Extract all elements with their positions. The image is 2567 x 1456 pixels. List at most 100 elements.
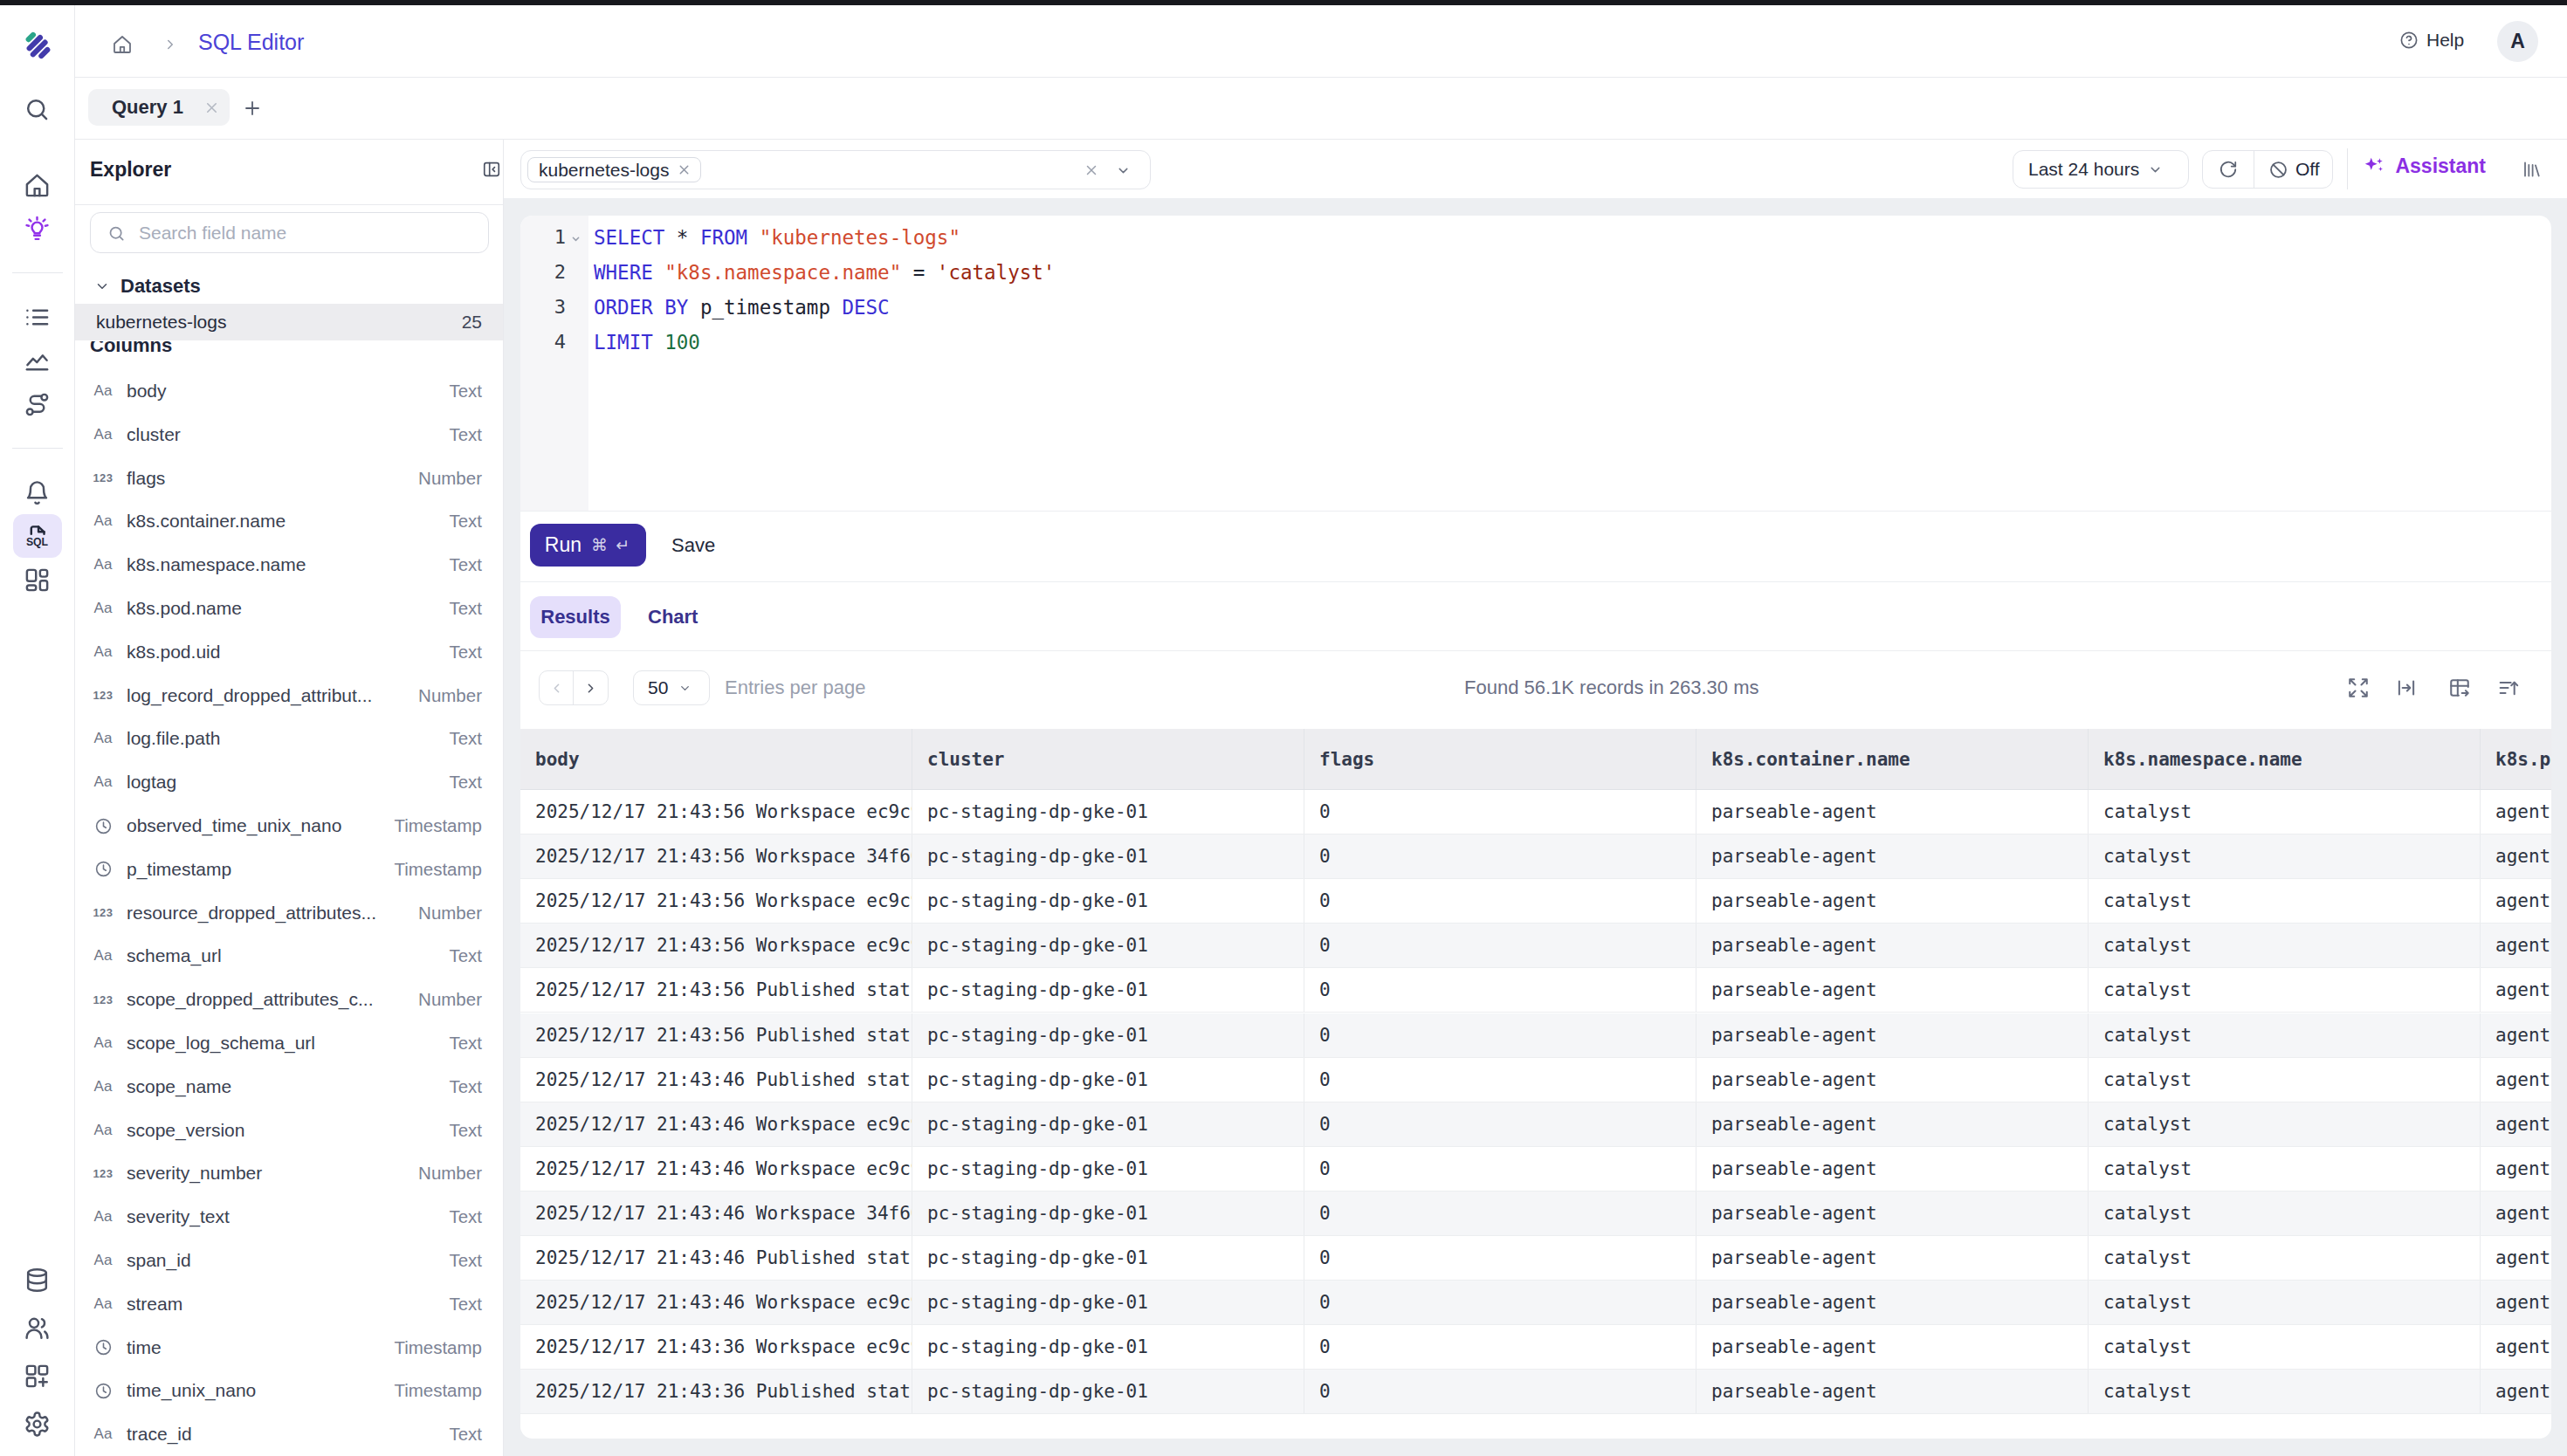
rail-item-users[interactable] bbox=[13, 1306, 62, 1350]
home-icon[interactable] bbox=[112, 34, 133, 55]
time-range-button[interactable]: Last 24 hours bbox=[2013, 150, 2189, 189]
rail-item-dashboard[interactable] bbox=[13, 558, 62, 601]
column-header-k8s.namespace.name[interactable]: k8s.namespace.name bbox=[2089, 729, 2481, 789]
table-row[interactable]: 2025/12/17 21:43:56 Workspace ec9c9pc-st… bbox=[520, 924, 2551, 968]
column-type: Text bbox=[449, 772, 482, 793]
column-item[interactable]: Aascope_versionText bbox=[75, 1109, 503, 1152]
dataset-item-kubernetes-logs[interactable]: kubernetes-logs 25 bbox=[75, 304, 503, 340]
refresh-icon[interactable] bbox=[2219, 160, 2238, 179]
column-header-k8s.container.name[interactable]: k8s.container.name bbox=[1696, 729, 2089, 789]
table-row[interactable]: 2025/12/17 21:43:46 Workspace 34f66pc-st… bbox=[520, 1192, 2551, 1236]
table-cell: pc-staging-dp-gke-01 bbox=[912, 1192, 1304, 1235]
table-cell: 2025/12/17 21:43:56 Workspace ec9c9 bbox=[520, 879, 912, 923]
collapse-panel-icon[interactable] bbox=[482, 160, 501, 179]
datasets-section-header[interactable]: Datasets bbox=[94, 275, 201, 298]
table-row[interactable]: 2025/12/17 21:43:56 Published statupc-st… bbox=[520, 968, 2551, 1013]
tab-query-1[interactable]: Query 1 bbox=[88, 89, 230, 126]
app-logo[interactable] bbox=[22, 30, 53, 61]
sql-editor[interactable]: 1234 SELECT * FROM "kubernetes-logs"WHER… bbox=[520, 216, 2551, 511]
column-header-k8s.po[interactable]: k8s.po bbox=[2481, 729, 2551, 789]
table-row[interactable]: 2025/12/17 21:43:46 Published statupc-st… bbox=[520, 1236, 2551, 1281]
table-row[interactable]: 2025/12/17 21:43:46 Workspace ec9c9pc-st… bbox=[520, 1281, 2551, 1325]
column-item[interactable]: Aaschema_urlText bbox=[75, 934, 503, 978]
help-icon bbox=[2399, 31, 2419, 50]
assistant-button[interactable]: Assistant bbox=[2363, 155, 2486, 178]
column-item[interactable]: 123severity_numberNumber bbox=[75, 1151, 503, 1195]
rail-item-database[interactable] bbox=[13, 1258, 62, 1301]
table-row[interactable]: 2025/12/17 21:43:56 Published statupc-st… bbox=[520, 1013, 2551, 1058]
page-size-select[interactable]: 50 bbox=[633, 670, 710, 705]
column-header-cluster[interactable]: cluster bbox=[912, 729, 1304, 789]
table-row[interactable]: 2025/12/17 21:43:36 Published statupc-st… bbox=[520, 1370, 2551, 1414]
add-tab-button[interactable] bbox=[242, 98, 263, 119]
next-page-icon[interactable] bbox=[574, 671, 608, 704]
column-header-flags[interactable]: flags bbox=[1304, 729, 1696, 789]
column-item[interactable]: Aak8s.namespace.nameText bbox=[75, 543, 503, 587]
table-row[interactable]: 2025/12/17 21:43:46 Workspace ec9c9pc-st… bbox=[520, 1102, 2551, 1147]
column-item[interactable]: Aaseverity_textText bbox=[75, 1195, 503, 1239]
column-item[interactable]: p_timestampTimestamp bbox=[75, 848, 503, 891]
table-row[interactable]: 2025/12/17 21:43:36 Workspace ec9c9pc-st… bbox=[520, 1325, 2551, 1370]
table-row[interactable]: 2025/12/17 21:43:56 Workspace ec9c9pc-st… bbox=[520, 879, 2551, 924]
rail-item-home[interactable] bbox=[13, 163, 62, 207]
column-name: k8s.pod.uid bbox=[127, 642, 220, 663]
table-row[interactable]: 2025/12/17 21:43:46 Workspace ec9c9pc-st… bbox=[520, 1147, 2551, 1192]
column-item[interactable]: 123scope_dropped_attributes_c...Number bbox=[75, 978, 503, 1021]
column-item[interactable]: AabodyText bbox=[75, 369, 503, 413]
table-row[interactable]: 2025/12/17 21:43:56 Workspace 34f66pc-st… bbox=[520, 834, 2551, 879]
table-cell: parseable-agent bbox=[1696, 834, 2089, 878]
tab-results[interactable]: Results bbox=[530, 596, 621, 638]
prev-page-icon[interactable] bbox=[540, 671, 574, 704]
column-item[interactable]: Aak8s.pod.uidText bbox=[75, 630, 503, 674]
save-button[interactable]: Save bbox=[671, 524, 715, 567]
column-item[interactable]: 123log_record_dropped_attribut...Number bbox=[75, 674, 503, 718]
field-search-input[interactable]: Search field name bbox=[90, 212, 489, 253]
column-item[interactable]: 123flagsNumber bbox=[75, 457, 503, 500]
rail-item-settings[interactable] bbox=[13, 1402, 62, 1446]
column-name: scope_log_schema_url bbox=[127, 1033, 315, 1054]
table-export-icon[interactable] bbox=[2448, 676, 2471, 699]
column-item[interactable]: Aatrace_idText bbox=[75, 1412, 503, 1456]
table-cell: parseable-agent bbox=[1696, 790, 2089, 834]
rail-item-chart[interactable] bbox=[13, 339, 62, 382]
expand-icon[interactable] bbox=[2347, 676, 2370, 699]
column-item[interactable]: AaclusterText bbox=[75, 413, 503, 457]
column-item[interactable]: 123resource_dropped_attributes...Number bbox=[75, 891, 503, 935]
column-header-body[interactable]: body bbox=[520, 729, 912, 789]
clear-selection-icon[interactable] bbox=[1084, 162, 1099, 178]
sort-columns-icon[interactable] bbox=[2497, 676, 2520, 699]
column-item[interactable]: Aascope_nameText bbox=[75, 1065, 503, 1109]
dataset-chip-remove-icon[interactable] bbox=[677, 162, 692, 177]
fold-chevron-icon[interactable] bbox=[569, 232, 582, 245]
rail-item-search[interactable] bbox=[13, 87, 62, 131]
column-item[interactable]: Aaspan_idText bbox=[75, 1239, 503, 1282]
tab-chart[interactable]: Chart bbox=[648, 596, 698, 638]
column-item[interactable]: AastreamText bbox=[75, 1282, 503, 1326]
column-item[interactable]: Aak8s.container.nameText bbox=[75, 499, 503, 543]
column-item[interactable]: observed_time_unix_nanoTimestamp bbox=[75, 804, 503, 848]
table-row[interactable]: 2025/12/17 21:43:46 Published statupc-st… bbox=[520, 1058, 2551, 1102]
rail-item-list[interactable] bbox=[13, 295, 62, 339]
help-button[interactable]: Help bbox=[2399, 30, 2464, 51]
column-item[interactable]: time_unix_nanoTimestamp bbox=[75, 1369, 503, 1412]
column-item[interactable]: timeTimestamp bbox=[75, 1326, 503, 1370]
table-cell: 2025/12/17 21:43:36 Published statu bbox=[520, 1370, 912, 1413]
live-tail-toggle[interactable]: Off bbox=[2268, 159, 2320, 180]
column-item[interactable]: Aascope_log_schema_urlText bbox=[75, 1021, 503, 1065]
chevron-down-icon[interactable] bbox=[1116, 163, 1131, 178]
run-button[interactable]: Run ⌘ ↵ bbox=[530, 524, 646, 567]
rail-item-route[interactable] bbox=[13, 382, 62, 426]
wrap-text-icon[interactable] bbox=[2395, 676, 2418, 699]
rail-item-sql-file[interactable]: SQL bbox=[13, 514, 62, 558]
table-row[interactable]: 2025/12/17 21:43:56 Workspace ec9c9pc-st… bbox=[520, 790, 2551, 834]
avatar[interactable]: A bbox=[2497, 21, 2538, 62]
column-item[interactable]: AalogtagText bbox=[75, 760, 503, 804]
column-item[interactable]: Aak8s.pod.nameText bbox=[75, 587, 503, 630]
tab-close-icon[interactable] bbox=[203, 100, 220, 116]
rail-item-lightbulb[interactable] bbox=[13, 207, 62, 251]
rail-item-grid-plus[interactable] bbox=[13, 1354, 62, 1398]
saved-queries-icon[interactable] bbox=[2522, 159, 2543, 180]
dataset-select[interactable]: kubernetes-logs bbox=[520, 150, 1151, 189]
column-item[interactable]: Aalog.file.pathText bbox=[75, 717, 503, 760]
rail-item-bell[interactable] bbox=[13, 470, 62, 514]
